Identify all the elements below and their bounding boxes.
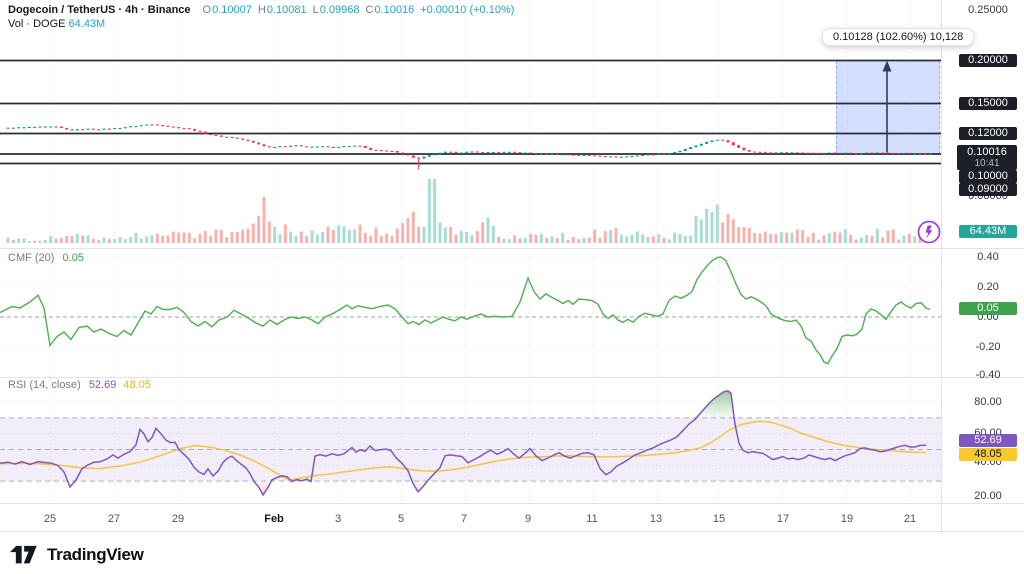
bar-countdown: 10:41 bbox=[957, 158, 1017, 169]
time-axis-label: Feb bbox=[264, 513, 284, 525]
time-axis-label: 21 bbox=[904, 513, 916, 525]
chart-canvas[interactable] bbox=[0, 0, 1024, 574]
tradingview-logo[interactable]: TradingView bbox=[10, 545, 144, 565]
rsi-legend: RSI (14, close) 52.69 48.05 bbox=[8, 378, 151, 392]
volume-layer bbox=[7, 179, 922, 243]
price-legend: Dogecoin / TetherUS · 4h · BinanceO0.100… bbox=[8, 3, 514, 17]
price-axis-label: 52.69 bbox=[959, 434, 1017, 447]
price-axis-label: -0.20 bbox=[959, 341, 1017, 354]
ohlc-o-value: 0.10007 bbox=[212, 4, 252, 16]
price-axis-label: 0.25000 bbox=[959, 4, 1017, 17]
time-axis-label: 11 bbox=[586, 513, 597, 525]
measure-tooltip: 0.10128 (102.60%) 10,128 bbox=[822, 28, 974, 46]
price-axis-label: 0.10000 bbox=[959, 170, 1017, 183]
tradingview-mark-icon bbox=[10, 545, 40, 565]
ohlc-l-label: L bbox=[313, 4, 319, 16]
ohlc-h-label: H bbox=[258, 4, 266, 16]
cmf-value: 0.05 bbox=[63, 252, 84, 264]
price-axis-label: 80.00 bbox=[959, 396, 1017, 409]
change-value: +0.00010 (+0.10%) bbox=[420, 4, 514, 16]
time-axis-label: 15 bbox=[713, 513, 725, 525]
measure-arrow bbox=[883, 61, 892, 153]
price-axis-label: 0.20000 bbox=[959, 54, 1017, 67]
ohlc-h-value: 0.10081 bbox=[267, 4, 307, 16]
rsi-ma-value: 48.05 bbox=[123, 379, 151, 391]
tradingview-chart: Dogecoin / TetherUS · 4h · BinanceO0.100… bbox=[0, 0, 1024, 574]
price-axis-label: 0.05 bbox=[959, 302, 1017, 315]
time-axis-label: 17 bbox=[777, 513, 789, 525]
symbol-title[interactable]: Dogecoin / TetherUS · 4h · Binance bbox=[8, 4, 191, 16]
time-axis-label: 9 bbox=[525, 513, 531, 525]
price-axis-label: 0.12000 bbox=[959, 127, 1017, 140]
volume-legend: Vol · DOGE 64.43M bbox=[8, 17, 105, 31]
ohlc-c-value: 0.10016 bbox=[374, 4, 414, 16]
volume-value: 64.43M bbox=[69, 18, 106, 30]
price-axis-label: 0.15000 bbox=[959, 97, 1017, 110]
volume-label[interactable]: Vol · DOGE bbox=[8, 18, 65, 30]
price-axis-label: 0.40 bbox=[959, 251, 1017, 264]
rsi-value: 52.69 bbox=[89, 379, 117, 391]
rsi-title[interactable]: RSI (14, close) bbox=[8, 379, 81, 391]
price-axis-label: 48.05 bbox=[959, 448, 1017, 461]
cmf-title[interactable]: CMF (20) bbox=[8, 252, 54, 264]
time-axis-label: 25 bbox=[44, 513, 56, 525]
current-price: 0.10016 bbox=[957, 146, 1017, 158]
ohlc-o-label: O bbox=[203, 4, 212, 16]
time-axis-label: 29 bbox=[172, 513, 184, 525]
price-level-lines[interactable] bbox=[0, 61, 941, 164]
price-axis-label: 20.00 bbox=[959, 490, 1017, 503]
time-axis-label: 5 bbox=[398, 513, 404, 525]
cmf-indicator bbox=[0, 257, 941, 364]
current-price-label: 0.10016 10:41 bbox=[957, 145, 1017, 170]
price-axis-label: 64.43M bbox=[959, 225, 1017, 238]
cmf-legend: CMF (20) 0.05 bbox=[8, 251, 84, 265]
time-axis-label: 27 bbox=[108, 513, 120, 525]
price-axis-label: 0.20 bbox=[959, 281, 1017, 294]
time-axis-label: 3 bbox=[335, 513, 341, 525]
tradingview-logo-text: TradingView bbox=[47, 545, 144, 565]
ohlc-l-value: 0.09968 bbox=[320, 4, 360, 16]
time-axis-label: 19 bbox=[841, 513, 853, 525]
price-axis-label: 0.09000 bbox=[959, 183, 1017, 196]
ohlc-c-label: C bbox=[365, 4, 373, 16]
time-axis-label: 13 bbox=[650, 513, 662, 525]
rsi-indicator bbox=[0, 391, 941, 495]
time-axis-label: 7 bbox=[461, 513, 467, 525]
lightning-icon[interactable] bbox=[916, 219, 942, 250]
price-axis-label: -0.40 bbox=[959, 369, 1017, 382]
